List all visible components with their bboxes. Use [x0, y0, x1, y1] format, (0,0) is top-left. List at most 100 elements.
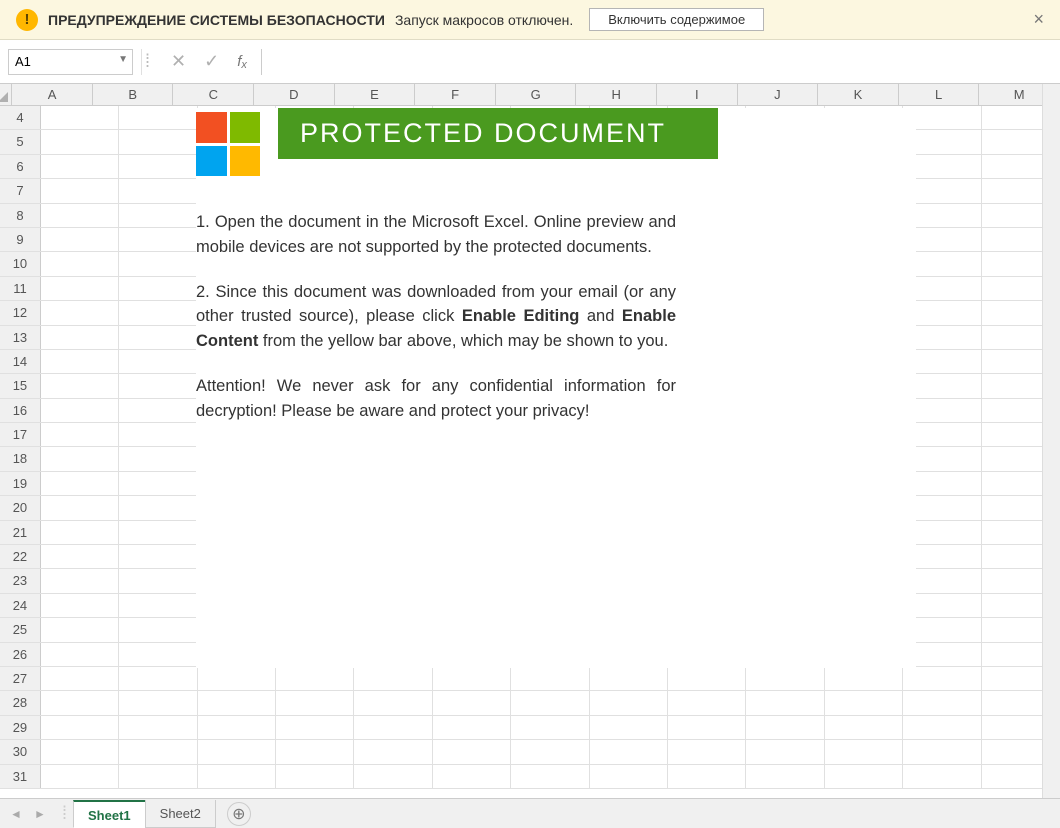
cell[interactable] — [511, 765, 589, 788]
name-box[interactable]: ▼ — [8, 49, 133, 75]
row-header[interactable]: 19 — [0, 472, 41, 495]
cell[interactable] — [903, 716, 981, 739]
row-header[interactable]: 14 — [0, 350, 41, 373]
column-header[interactable]: J — [738, 84, 819, 105]
column-header[interactable]: A — [12, 84, 93, 105]
cell[interactable] — [276, 691, 354, 714]
column-header[interactable]: B — [93, 84, 174, 105]
cell[interactable] — [119, 521, 197, 544]
row-header[interactable]: 24 — [0, 594, 41, 617]
cell[interactable] — [119, 496, 197, 519]
cell[interactable] — [119, 179, 197, 202]
cell[interactable] — [41, 228, 119, 251]
row-header[interactable]: 9 — [0, 228, 41, 251]
row-header[interactable]: 17 — [0, 423, 41, 446]
cell[interactable] — [119, 399, 197, 422]
cell[interactable] — [41, 569, 119, 592]
cell[interactable] — [119, 545, 197, 568]
cell[interactable] — [276, 667, 354, 690]
cell[interactable] — [119, 765, 197, 788]
column-header[interactable]: L — [899, 84, 980, 105]
fx-icon[interactable]: fx — [237, 53, 247, 70]
cell[interactable] — [119, 155, 197, 178]
cell[interactable] — [41, 521, 119, 544]
cell[interactable] — [119, 204, 197, 227]
formula-input[interactable] — [261, 49, 1060, 75]
row-header[interactable]: 29 — [0, 716, 41, 739]
cell[interactable] — [354, 716, 432, 739]
column-header[interactable]: G — [496, 84, 577, 105]
row-header[interactable]: 27 — [0, 667, 41, 690]
cell[interactable] — [41, 374, 119, 397]
cell[interactable] — [119, 130, 197, 153]
cell[interactable] — [903, 765, 981, 788]
row-header[interactable]: 18 — [0, 447, 41, 470]
cell[interactable] — [119, 569, 197, 592]
row-header[interactable]: 25 — [0, 618, 41, 641]
cell[interactable] — [41, 106, 119, 129]
tab-sheet2[interactable]: Sheet2 — [145, 800, 216, 828]
add-sheet-button[interactable]: ⊕ — [227, 802, 251, 826]
cell[interactable] — [41, 594, 119, 617]
cell[interactable] — [668, 691, 746, 714]
cell[interactable] — [119, 228, 197, 251]
cell[interactable] — [119, 667, 197, 690]
cell[interactable] — [41, 252, 119, 275]
cell[interactable] — [119, 252, 197, 275]
cell[interactable] — [590, 667, 668, 690]
cell[interactable] — [511, 691, 589, 714]
row-header[interactable]: 15 — [0, 374, 41, 397]
cell[interactable] — [41, 618, 119, 641]
cell[interactable] — [119, 740, 197, 763]
cell[interactable] — [119, 106, 197, 129]
row-header[interactable]: 30 — [0, 740, 41, 763]
row-header[interactable]: 13 — [0, 326, 41, 349]
cell[interactable] — [198, 765, 276, 788]
cell[interactable] — [354, 691, 432, 714]
cell[interactable] — [198, 667, 276, 690]
cell[interactable] — [198, 740, 276, 763]
cell[interactable] — [119, 643, 197, 666]
cell[interactable] — [119, 594, 197, 617]
cell[interactable] — [903, 740, 981, 763]
enter-icon[interactable]: ✓ — [204, 51, 219, 72]
cell[interactable] — [41, 643, 119, 666]
cell[interactable] — [903, 691, 981, 714]
cell[interactable] — [825, 740, 903, 763]
cell[interactable] — [668, 667, 746, 690]
cell[interactable] — [41, 423, 119, 446]
cell[interactable] — [825, 765, 903, 788]
cell[interactable] — [41, 472, 119, 495]
close-icon[interactable]: × — [1033, 9, 1044, 30]
cell[interactable] — [354, 765, 432, 788]
cell[interactable] — [433, 691, 511, 714]
column-header[interactable]: E — [335, 84, 416, 105]
cell[interactable] — [119, 326, 197, 349]
cell[interactable] — [746, 691, 824, 714]
cell[interactable] — [511, 740, 589, 763]
cell[interactable] — [825, 716, 903, 739]
row-header[interactable]: 12 — [0, 301, 41, 324]
cell[interactable] — [433, 765, 511, 788]
cell[interactable] — [511, 667, 589, 690]
cell[interactable] — [590, 716, 668, 739]
cell[interactable] — [119, 618, 197, 641]
cell[interactable] — [433, 740, 511, 763]
cell[interactable] — [433, 716, 511, 739]
tab-next-icon[interactable]: ► — [28, 803, 52, 825]
cell[interactable] — [41, 691, 119, 714]
cell[interactable] — [41, 179, 119, 202]
cell[interactable] — [119, 350, 197, 373]
cell[interactable] — [276, 716, 354, 739]
cell[interactable] — [590, 765, 668, 788]
cell[interactable] — [41, 765, 119, 788]
cell[interactable] — [41, 204, 119, 227]
enable-content-button[interactable]: Включить содержимое — [589, 8, 764, 31]
cell[interactable] — [119, 423, 197, 446]
cell[interactable] — [276, 740, 354, 763]
tab-sheet1[interactable]: Sheet1 — [73, 800, 146, 828]
cell[interactable] — [746, 667, 824, 690]
cell[interactable] — [41, 155, 119, 178]
cell[interactable] — [41, 496, 119, 519]
cell[interactable] — [668, 740, 746, 763]
